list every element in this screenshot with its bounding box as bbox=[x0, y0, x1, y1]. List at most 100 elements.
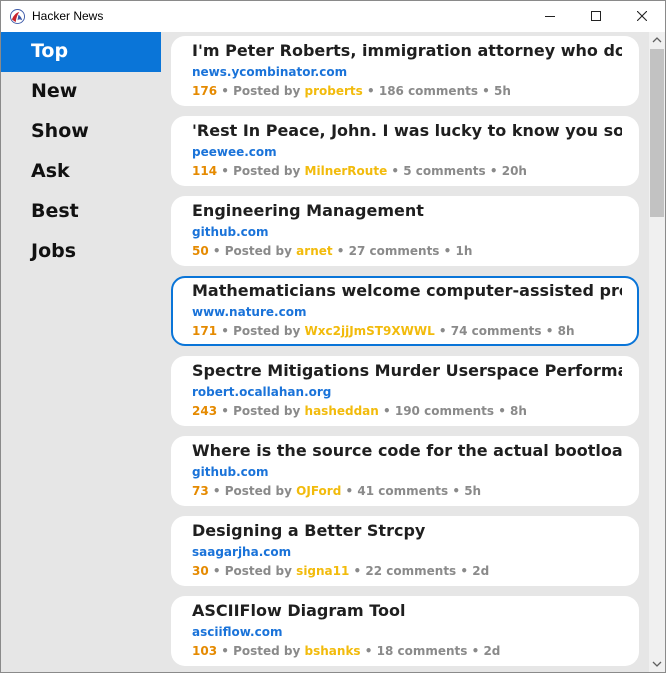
story-score: 73 bbox=[192, 484, 209, 498]
nav-item-ask[interactable]: Ask bbox=[1, 152, 161, 192]
posted-by-label: Posted by bbox=[233, 164, 301, 178]
story-card[interactable]: Mathematicians welcome computer-assisted… bbox=[171, 276, 639, 346]
story-age: 20h bbox=[501, 164, 527, 178]
story-comments-link[interactable]: 74 comments bbox=[451, 324, 542, 338]
minimize-button[interactable] bbox=[527, 1, 573, 32]
story-author-link[interactable]: hasheddan bbox=[305, 404, 379, 418]
story-card[interactable]: Where is the source code for the actual … bbox=[171, 436, 639, 506]
story-domain-link[interactable]: www.nature.com bbox=[192, 305, 306, 319]
story-domain-link[interactable]: saagarjha.com bbox=[192, 545, 291, 559]
story-score: 171 bbox=[192, 324, 218, 338]
meta-separator: • bbox=[478, 84, 495, 98]
story-author-link[interactable]: proberts bbox=[305, 84, 363, 98]
meta-separator: • bbox=[439, 244, 456, 258]
story-title[interactable]: Spectre Mitigations Murder Userspace Per… bbox=[192, 361, 622, 380]
meta-separator: • bbox=[434, 324, 451, 338]
story-comments-link[interactable]: 5 comments bbox=[403, 164, 485, 178]
title-bar[interactable]: Hacker News bbox=[1, 1, 665, 32]
nav-item-jobs[interactable]: Jobs bbox=[1, 232, 161, 272]
story-title[interactable]: 'Rest In Peace, John. I was lucky to kno… bbox=[192, 121, 622, 140]
story-score: 103 bbox=[192, 644, 218, 658]
sidebar-nav: Top New Show Ask Best Jobs bbox=[1, 32, 161, 672]
story-score: 30 bbox=[192, 564, 209, 578]
story-author-link[interactable]: signa11 bbox=[296, 564, 349, 578]
story-age: 5h bbox=[494, 84, 511, 98]
story-title[interactable]: ASCIIFlow Diagram Tool bbox=[192, 601, 622, 620]
meta-separator: • bbox=[456, 564, 473, 578]
scrollbar-thumb[interactable] bbox=[650, 49, 664, 217]
posted-by-label: Posted by bbox=[224, 244, 292, 258]
story-score: 114 bbox=[192, 164, 218, 178]
story-meta: 73 • Posted by OJFord • 41 comments • 5h bbox=[192, 484, 481, 498]
story-comments-link[interactable]: 22 comments bbox=[365, 564, 456, 578]
maximize-button[interactable] bbox=[573, 1, 619, 32]
posted-by-label: Posted by bbox=[224, 484, 292, 498]
scroll-up-button[interactable] bbox=[649, 32, 665, 49]
meta-separator: • bbox=[360, 644, 377, 658]
story-card[interactable]: Engineering Management github.com 50 • Pos… bbox=[171, 196, 639, 266]
meta-separator: • bbox=[208, 484, 225, 498]
story-title[interactable]: Engineering Management bbox=[192, 201, 622, 220]
story-title[interactable]: Mathematicians welcome computer-assisted… bbox=[192, 281, 622, 300]
story-card[interactable]: ASCIIFlow Diagram Tool asciiflow.com 103 •… bbox=[171, 596, 639, 666]
scroll-down-button[interactable] bbox=[649, 655, 665, 672]
story-age: 1h bbox=[455, 244, 473, 258]
story-title[interactable]: I'm Peter Roberts, immigration attorney … bbox=[192, 41, 622, 60]
meta-separator: • bbox=[208, 564, 225, 578]
story-age: 5h bbox=[464, 484, 482, 498]
posted-by-label: Posted by bbox=[233, 644, 301, 658]
close-button[interactable] bbox=[619, 1, 665, 32]
story-author-link[interactable]: arnet bbox=[296, 244, 332, 258]
story-card[interactable]: Spectre Mitigations Murder Userspace Per… bbox=[171, 356, 639, 426]
story-list: I'm Peter Roberts, immigration attorney … bbox=[161, 32, 649, 672]
story-card[interactable]: Designing a Better Strcpy saagarjha.com 30… bbox=[171, 516, 639, 586]
story-author-link[interactable]: OJFord bbox=[296, 484, 341, 498]
story-comments-link[interactable]: 18 comments bbox=[377, 644, 468, 658]
story-author-link[interactable]: MilnerRoute bbox=[305, 164, 388, 178]
nav-item-new[interactable]: New bbox=[1, 72, 161, 112]
story-card[interactable]: 'Rest In Peace, John. I was lucky to kno… bbox=[171, 116, 639, 186]
story-comments-link[interactable]: 41 comments bbox=[357, 484, 448, 498]
meta-separator: • bbox=[208, 244, 225, 258]
story-meta: 30 • Posted by signa11 • 22 comments • 2… bbox=[192, 564, 489, 578]
chevron-down-icon bbox=[652, 661, 662, 667]
app-window: Hacker News Top New Show Ask Best Jobs I'm Pe… bbox=[0, 0, 666, 673]
story-card[interactable]: I'm Peter Roberts, immigration attorney … bbox=[171, 36, 639, 106]
story-domain-link[interactable]: peewee.com bbox=[192, 145, 277, 159]
nav-item-top[interactable]: Top bbox=[1, 32, 161, 72]
story-author-link[interactable]: Wxc2jjJmST9XWWL bbox=[305, 324, 435, 338]
story-domain-link[interactable]: robert.ocallahan.org bbox=[192, 385, 331, 399]
story-title[interactable]: Designing a Better Strcpy bbox=[192, 521, 622, 540]
racket-logo-icon bbox=[10, 9, 25, 24]
story-meta: 50 • Posted by arnet • 27 comments • 1h bbox=[192, 244, 472, 258]
story-comments-link[interactable]: 190 comments bbox=[395, 404, 494, 418]
meta-separator: • bbox=[217, 324, 234, 338]
meta-separator: • bbox=[467, 644, 484, 658]
story-score: 50 bbox=[192, 244, 209, 258]
maximize-icon bbox=[591, 11, 601, 21]
meta-separator: • bbox=[217, 84, 234, 98]
chevron-up-icon bbox=[652, 37, 662, 43]
vertical-scrollbar[interactable] bbox=[649, 32, 665, 672]
meta-separator: • bbox=[494, 404, 511, 418]
posted-by-label: Posted by bbox=[233, 84, 301, 98]
nav-item-best[interactable]: Best bbox=[1, 192, 161, 232]
posted-by-label: Posted by bbox=[233, 324, 301, 338]
story-domain-link[interactable]: github.com bbox=[192, 225, 269, 239]
story-comments-link[interactable]: 186 comments bbox=[379, 84, 478, 98]
story-age: 2d bbox=[483, 644, 501, 658]
meta-separator: • bbox=[362, 84, 379, 98]
minimize-icon bbox=[545, 16, 555, 17]
story-comments-link[interactable]: 27 comments bbox=[349, 244, 440, 258]
meta-separator: • bbox=[378, 404, 395, 418]
nav-item-show[interactable]: Show bbox=[1, 112, 161, 152]
meta-separator: • bbox=[217, 404, 234, 418]
story-domain-link[interactable]: asciiflow.com bbox=[192, 625, 282, 639]
story-author-link[interactable]: bshanks bbox=[305, 644, 361, 658]
story-domain-link[interactable]: github.com bbox=[192, 465, 269, 479]
story-title[interactable]: Where is the source code for the actual … bbox=[192, 441, 622, 460]
meta-separator: • bbox=[485, 164, 502, 178]
posted-by-label: Posted by bbox=[233, 404, 301, 418]
story-domain-link[interactable]: news.ycombinator.com bbox=[192, 65, 347, 79]
story-meta: 103 • Posted by bshanks • 18 comments • … bbox=[192, 644, 500, 658]
